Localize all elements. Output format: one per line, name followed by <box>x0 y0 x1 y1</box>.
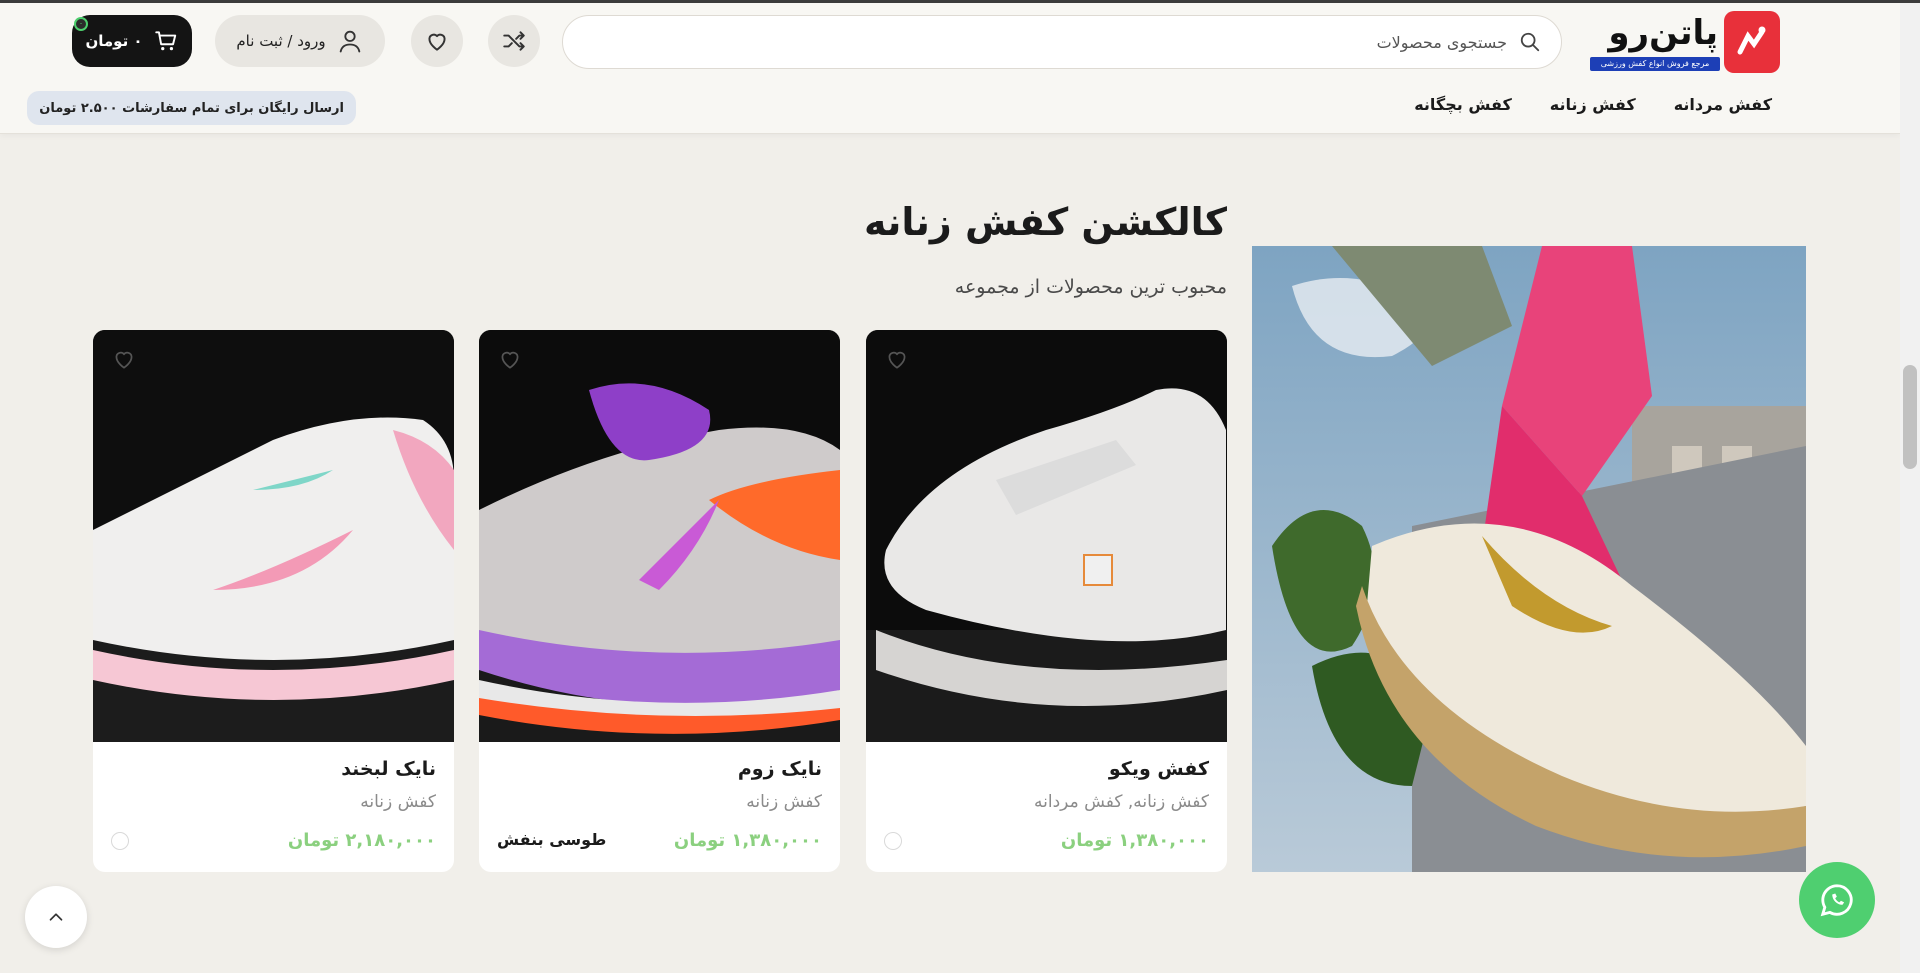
color-swatch[interactable] <box>884 832 902 850</box>
chevron-up-icon <box>49 913 63 921</box>
main-nav: کفش مردانه کفش زنانه کفش بچگانه <box>1414 95 1772 114</box>
site-header: پاتن‌رو مرجع فروش انواع کفش ورزشی ورود /… <box>0 3 1900 134</box>
logo-tagline: مرجع فروش انواع کفش ورزشی <box>1590 57 1720 71</box>
scroll-to-top-button[interactable] <box>25 886 87 948</box>
collection-banner-image[interactable] <box>1252 246 1806 872</box>
wishlist-heart-icon[interactable] <box>884 346 910 372</box>
search-input[interactable] <box>563 16 1507 68</box>
product-price: ۲,۱۸۰,۰۰۰ تومان <box>287 830 436 851</box>
product-card[interactable]: نایک لبخند کفش زنانه ۲,۱۸۰,۰۰۰ تومان <box>93 330 454 872</box>
nav-item-kids-shoes[interactable]: کفش بچگانه <box>1414 95 1512 114</box>
page-scrollbar[interactable] <box>1900 3 1920 973</box>
cart-count-badge: ۰ <box>74 17 88 31</box>
product-color-label[interactable]: طوسی بنفش <box>497 830 606 849</box>
site-logo[interactable]: پاتن‌رو مرجع فروش انواع کفش ورزشی <box>1585 11 1780 73</box>
product-title[interactable]: کفش ویکو <box>1109 758 1209 780</box>
whatsapp-icon <box>1820 884 1853 917</box>
login-label: ورود / ثبت نام <box>236 32 326 50</box>
nav-item-men-shoes[interactable]: کفش مردانه <box>1674 95 1772 114</box>
section-subtitle: محبوب ترین محصولات از مجموعه <box>954 276 1227 298</box>
wishlist-heart-icon[interactable] <box>497 346 523 372</box>
product-category[interactable]: کفش زنانه <box>746 792 822 812</box>
product-title[interactable]: نایک لبخند <box>341 758 436 780</box>
product-price: ۱,۳۸۰,۰۰۰ تومان <box>673 830 822 851</box>
user-icon <box>339 30 360 53</box>
wishlist-button[interactable] <box>411 15 463 67</box>
login-register-button[interactable]: ورود / ثبت نام <box>215 15 385 67</box>
product-category[interactable]: کفش زنانه, کفش مردانه <box>1034 792 1209 812</box>
cart-total: ۰ تومان <box>85 32 143 50</box>
search-icon[interactable] <box>1519 31 1541 53</box>
product-price: ۱,۳۸۰,۰۰۰ تومان <box>1060 830 1209 851</box>
scrollbar-thumb[interactable] <box>1903 365 1917 469</box>
wishlist-heart-icon[interactable] <box>111 346 137 372</box>
product-image[interactable] <box>479 330 840 742</box>
cart-icon <box>154 31 176 51</box>
whatsapp-button[interactable] <box>1799 862 1875 938</box>
section-title: کالکشن کفش زنانه <box>864 200 1228 244</box>
product-image[interactable] <box>93 330 454 742</box>
free-shipping-badge: ارسال رایگان برای تمام سفارشات ۲.۵۰۰ توم… <box>27 91 356 125</box>
product-image[interactable] <box>866 330 1227 742</box>
color-swatch[interactable] <box>111 832 129 850</box>
logo-name: پاتن‌رو <box>1608 13 1719 53</box>
product-category[interactable]: کفش زنانه <box>360 792 436 812</box>
shuffle-icon <box>503 31 525 51</box>
product-title[interactable]: نایک زوم <box>738 758 822 780</box>
search-bar <box>562 15 1562 69</box>
nav-item-women-shoes[interactable]: کفش زنانه <box>1550 95 1636 114</box>
compare-button[interactable] <box>488 15 540 67</box>
cart-button[interactable]: ۰ تومان <box>72 15 192 67</box>
product-card[interactable]: کفش ویکو کفش زنانه, کفش مردانه ۱,۳۸۰,۰۰۰… <box>866 330 1227 872</box>
product-card[interactable]: نایک زوم کفش زنانه ۱,۳۸۰,۰۰۰ تومان طوسی … <box>479 330 840 872</box>
heart-icon <box>428 33 446 51</box>
logo-mark <box>1724 11 1780 73</box>
